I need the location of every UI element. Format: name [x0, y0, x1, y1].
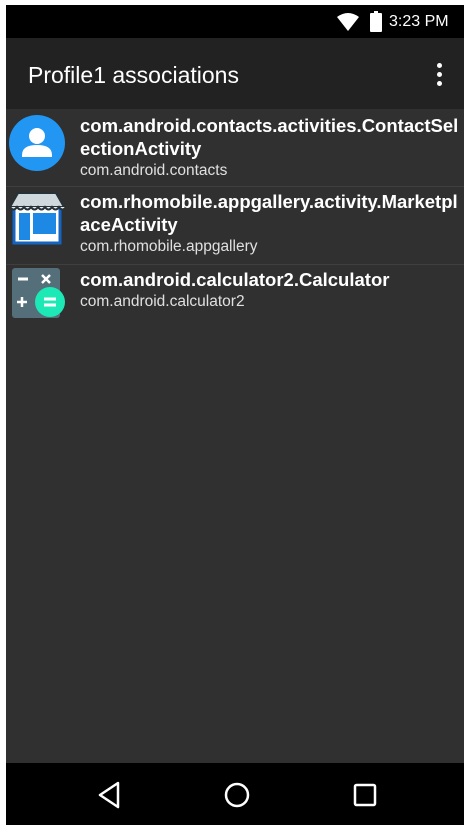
list-item[interactable]: com.rhomobile.appgallery.activity.Market… [6, 187, 464, 265]
status-bar: 3:23 PM [6, 5, 464, 38]
app-gallery-icon [8, 192, 66, 245]
status-clock: 3:23 PM [389, 13, 449, 30]
calculator-icon [12, 268, 65, 318]
back-icon[interactable] [94, 779, 126, 811]
battery-icon [370, 11, 382, 32]
list-item[interactable]: com.android.contacts.activities.ContactS… [6, 109, 464, 187]
association-package: com.rhomobile.appgallery [80, 238, 258, 255]
association-package: com.android.calculator2 [80, 293, 245, 310]
device-screen: 3:23 PM Profile1 associations com.androi… [6, 5, 464, 825]
association-title: com.android.contacts.activities.ContactS… [80, 115, 459, 159]
association-title: com.rhomobile.appgallery.activity.Market… [80, 191, 458, 235]
association-title: com.android.calculator2.Calculator [80, 269, 390, 290]
associations-list: com.android.contacts.activities.ContactS… [6, 109, 464, 325]
app-bar: Profile1 associations [6, 38, 464, 109]
home-icon[interactable] [221, 779, 253, 811]
recents-icon[interactable] [349, 779, 381, 811]
navigation-bar [6, 763, 464, 825]
list-item[interactable]: com.android.calculator2.Calculator com.a… [6, 265, 464, 325]
contacts-icon [9, 115, 65, 171]
more-vert-icon[interactable] [424, 58, 454, 90]
page-title: Profile1 associations [28, 62, 239, 88]
wifi-icon [337, 13, 359, 31]
association-package: com.android.contacts [80, 162, 228, 179]
